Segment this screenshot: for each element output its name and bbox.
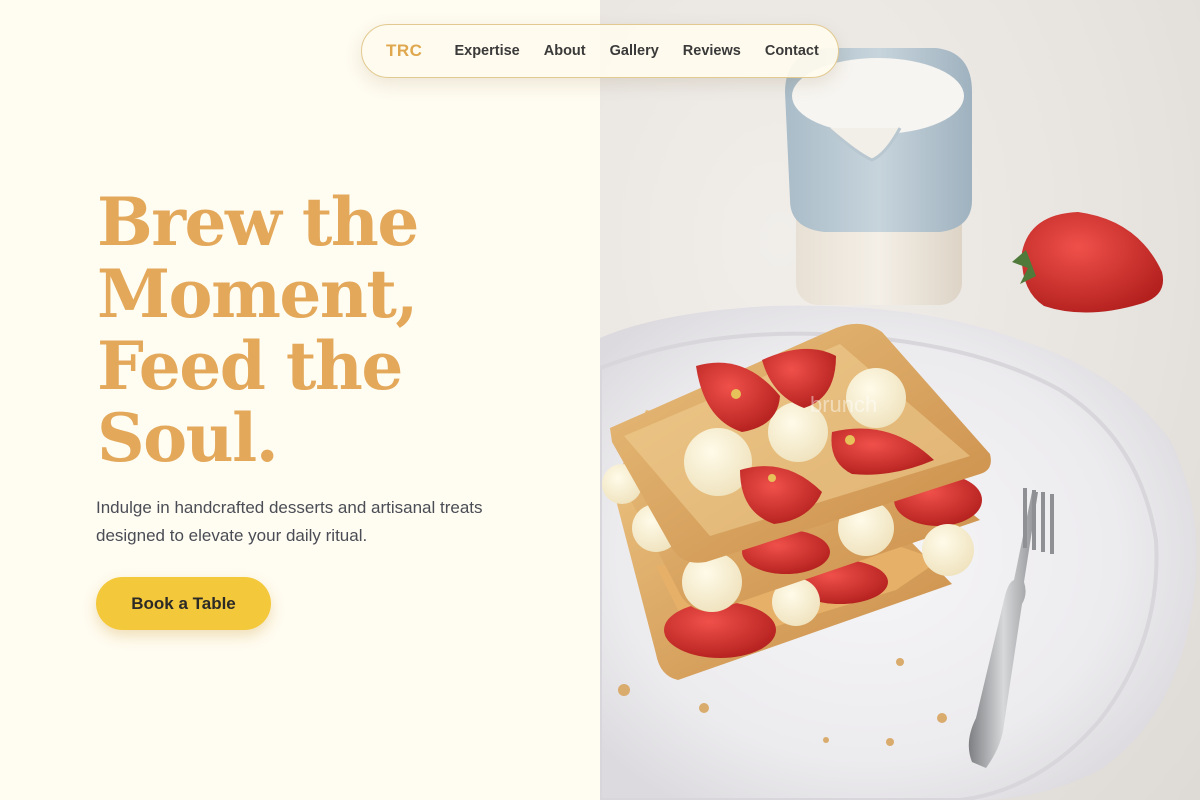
hero-left-panel: Brew the Moment, Feed the Soul. Indulge … xyxy=(0,0,600,800)
book-table-button[interactable]: Book a Table xyxy=(96,577,271,630)
nav-link-reviews[interactable]: Reviews xyxy=(683,43,741,59)
brand-logo[interactable]: TRC xyxy=(386,41,422,61)
nav-link-contact[interactable]: Contact xyxy=(765,43,819,59)
hero-subtitle: Indulge in handcrafted desserts and arti… xyxy=(96,498,483,545)
nav-link-about[interactable]: About xyxy=(544,43,586,59)
nav-links: Expertise About Gallery Reviews Contact xyxy=(454,43,818,59)
dessert-photo: brunch xyxy=(600,48,1197,800)
photo-watermark: brunch xyxy=(810,392,877,417)
nav-link-expertise[interactable]: Expertise xyxy=(454,43,519,59)
nav-link-gallery[interactable]: Gallery xyxy=(610,43,659,59)
hero-title-line-1: Brew the xyxy=(97,183,419,261)
hero-title: Brew the Moment, Feed the Soul. xyxy=(97,186,517,474)
hero-title-line-2: Moment, xyxy=(97,255,418,333)
hero-title-line-4: Soul. xyxy=(97,399,279,477)
top-nav: TRC Expertise About Gallery Reviews Cont… xyxy=(361,24,839,78)
hero-photo-panel: brunch xyxy=(600,0,1200,800)
milk-jug xyxy=(785,48,972,305)
strawberry-back xyxy=(1012,212,1164,313)
hero-title-line-3: Feed the xyxy=(97,327,403,405)
